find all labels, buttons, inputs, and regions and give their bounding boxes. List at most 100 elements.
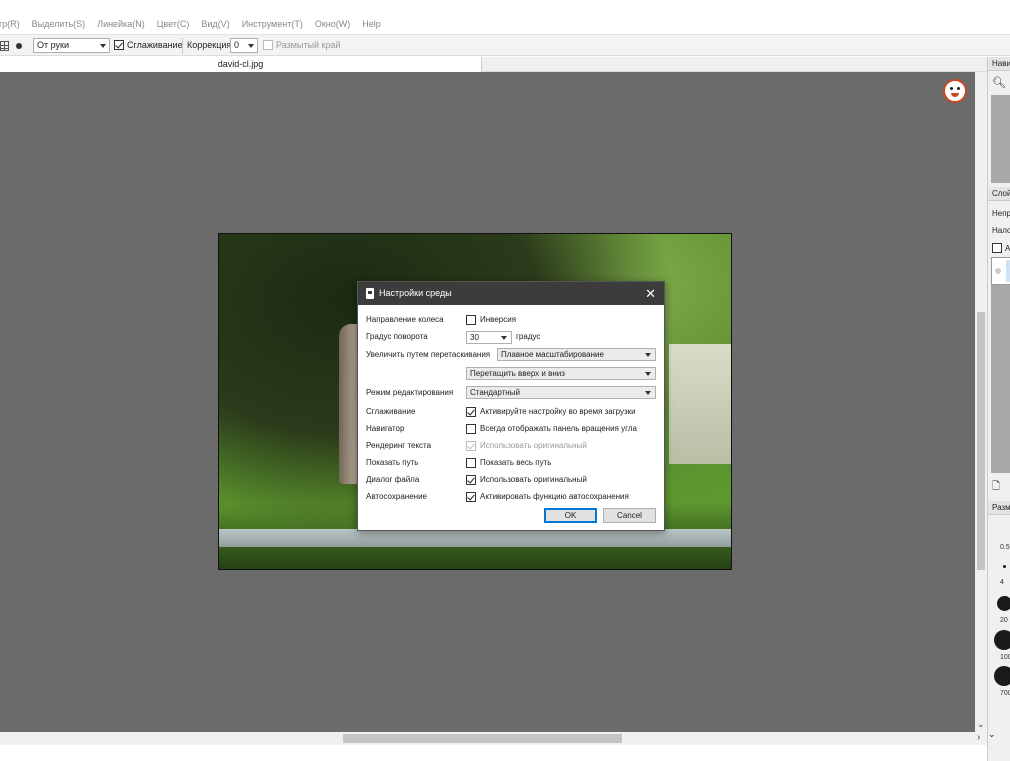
menu-bar: тр(R) Выделить(S) Линейка(N) Цвет(C) Вид… bbox=[0, 14, 1010, 34]
edit-mode-control: Стандартный bbox=[466, 386, 656, 399]
rotation-step-select[interactable]: 30 bbox=[466, 330, 512, 344]
layer-blend-label: Нало bbox=[992, 226, 1010, 235]
file-dialog-checkbox[interactable]: Использовать оригинальный bbox=[466, 473, 587, 487]
menu-layer[interactable]: тр(R) bbox=[0, 19, 20, 29]
checkbox-icon bbox=[992, 243, 1002, 253]
layer-lock-checkbox[interactable]: А bbox=[992, 243, 1010, 253]
menu-color[interactable]: Цвет(C) bbox=[157, 19, 190, 29]
mascot-icon[interactable] bbox=[943, 79, 967, 103]
tab-document[interactable]: david-cl.jpg bbox=[0, 57, 482, 72]
brush-size-panel-header[interactable]: Разм bbox=[988, 501, 1010, 515]
autosave-option-label: Активировать функцию автосохранения bbox=[480, 492, 629, 501]
smoothing-label: Сглаживание bbox=[127, 40, 183, 50]
checkbox-icon bbox=[466, 407, 476, 417]
drag-zoom-label: Увеличить путем перетаскивания bbox=[366, 350, 491, 359]
invert-wheel-label: Инверсия bbox=[480, 315, 517, 324]
app-icon bbox=[366, 288, 374, 299]
vertical-scroll-thumb[interactable] bbox=[977, 312, 985, 570]
draw-mode-select[interactable]: От руки bbox=[33, 38, 110, 53]
autosave-checkbox[interactable]: Активировать функцию автосохранения bbox=[466, 490, 629, 504]
tool-options-bar: От руки Сглаживание Коррекция 0 Размытый… bbox=[0, 34, 1010, 56]
zoom-icon[interactable]: 🔍︎ bbox=[992, 76, 1006, 89]
rotation-step-unit: градус bbox=[516, 332, 541, 341]
brush-preset-4[interactable] bbox=[1003, 565, 1006, 568]
wheel-direction-label: Направление колеса bbox=[366, 315, 444, 324]
smoothing-checkbox[interactable]: Сглаживание bbox=[114, 40, 183, 50]
brush-size-label: 100 bbox=[1000, 654, 1010, 661]
ok-button[interactable]: OK bbox=[544, 508, 597, 523]
layers-list[interactable] bbox=[991, 257, 1010, 473]
file-dialog-label: Диалог файла bbox=[366, 475, 420, 484]
vertical-scrollbar[interactable]: ⌄ bbox=[975, 72, 987, 732]
dialog-title: Настройки среды bbox=[379, 288, 452, 298]
horizontal-scroll-thumb[interactable] bbox=[343, 734, 622, 743]
invert-wheel-checkbox[interactable]: Инверсия bbox=[466, 313, 516, 327]
autosave-label: Автосохранение bbox=[366, 492, 427, 501]
blur-edge-checkbox[interactable]: Размытый край bbox=[263, 40, 341, 50]
layer-lock-label: А bbox=[1005, 243, 1010, 253]
navigator-checkbox[interactable]: Всегда отображать панель вращения угла bbox=[466, 422, 637, 436]
show-path-label: Показать путь bbox=[366, 458, 419, 467]
layer-thumbnail bbox=[1006, 260, 1010, 282]
settings-dialog: Настройки среды ✕ Направление колеса Инв… bbox=[357, 281, 665, 531]
drag-direction-select[interactable]: Перетащить вверх и вниз bbox=[466, 367, 656, 380]
checkbox-icon bbox=[263, 40, 273, 50]
layer-opacity-label: Непр bbox=[992, 209, 1010, 218]
menu-ruler[interactable]: Линейка(N) bbox=[97, 19, 145, 29]
chevron-down-icon bbox=[645, 391, 651, 395]
file-dialog-option-label: Использовать оригинальный bbox=[480, 475, 587, 484]
brush-dot-icon[interactable] bbox=[16, 43, 22, 49]
row-antialias: Сглаживание Активируйте настройку во вре… bbox=[366, 405, 656, 419]
grid-icon[interactable] bbox=[0, 41, 9, 51]
cancel-button[interactable]: Cancel bbox=[603, 508, 656, 523]
layer-row[interactable] bbox=[991, 257, 1010, 285]
right-panel: Нави 🔍︎ Слой Непр Нало А 🗋︎ Разм 0.5 4 2… bbox=[987, 57, 1010, 761]
rotation-step-value: 30 bbox=[470, 332, 479, 342]
checkbox-icon bbox=[466, 441, 476, 451]
panel-scroll-down-icon[interactable]: ⌄ bbox=[988, 729, 996, 740]
scroll-right-icon[interactable]: › bbox=[977, 732, 980, 743]
drag-direction-value: Перетащить вверх и вниз bbox=[470, 369, 565, 378]
close-icon[interactable]: ✕ bbox=[645, 282, 656, 305]
layer-visibility-icon[interactable] bbox=[995, 268, 1001, 274]
menu-select[interactable]: Выделить(S) bbox=[32, 19, 86, 29]
scroll-down-icon[interactable]: ⌄ bbox=[977, 719, 985, 730]
antialias-checkbox[interactable]: Активируйте настройку во время загрузки bbox=[466, 405, 636, 419]
chevron-down-icon bbox=[645, 353, 651, 357]
checkbox-icon bbox=[466, 315, 476, 325]
brush-size-label: 4 bbox=[1000, 579, 1004, 586]
new-layer-icon[interactable]: 🗋︎ bbox=[992, 479, 1000, 496]
show-path-checkbox[interactable]: Показать весь путь bbox=[466, 456, 551, 470]
correction-value: 0 bbox=[234, 40, 240, 50]
drag-zoom-select[interactable]: Плавное масштабирование bbox=[497, 348, 656, 361]
menu-view[interactable]: Вид(V) bbox=[201, 19, 229, 29]
brush-preset-100[interactable] bbox=[994, 630, 1010, 650]
brush-size-label: 0.5 bbox=[1000, 544, 1010, 551]
correction-select[interactable]: 0 bbox=[230, 38, 258, 53]
navigator-panel-header[interactable]: Нави bbox=[988, 57, 1010, 71]
row-autosave: Автосохранение Активировать функцию авто… bbox=[366, 490, 656, 504]
edit-mode-select[interactable]: Стандартный bbox=[466, 386, 656, 399]
tab-filename: david-cl.jpg bbox=[217, 59, 264, 69]
menu-tool[interactable]: Инструмент(T) bbox=[242, 19, 303, 29]
drag-direction-control: Перетащить вверх и вниз bbox=[466, 367, 656, 380]
antialias-option-label: Активируйте настройку во время загрузки bbox=[480, 407, 636, 416]
navigator-preview[interactable] bbox=[991, 95, 1010, 183]
menu-window[interactable]: Окно(W) bbox=[315, 19, 350, 29]
image-path bbox=[219, 529, 731, 547]
checkbox-icon bbox=[466, 475, 476, 485]
brush-size-label: 700 bbox=[1000, 690, 1010, 697]
horizontal-scrollbar[interactable]: › bbox=[0, 732, 987, 745]
brush-preset-700[interactable] bbox=[994, 666, 1010, 686]
text-render-label: Рендеринг текста bbox=[366, 441, 432, 450]
navigator-option-label: Всегда отображать панель вращения угла bbox=[480, 424, 637, 433]
checkbox-icon bbox=[114, 40, 124, 50]
layers-panel-header[interactable]: Слой bbox=[988, 187, 1010, 201]
text-render-checkbox[interactable]: Использовать оригинальный bbox=[466, 439, 587, 453]
row-navigator: Навигатор Всегда отображать панель враще… bbox=[366, 422, 656, 436]
menu-help[interactable]: Help bbox=[362, 19, 381, 29]
row-file-dialog: Диалог файла Использовать оригинальный bbox=[366, 473, 656, 487]
brush-size-label: 20 bbox=[1000, 617, 1008, 624]
row-wheel-direction: Направление колеса Инверсия bbox=[366, 313, 656, 327]
brush-preset-20[interactable] bbox=[997, 596, 1010, 611]
